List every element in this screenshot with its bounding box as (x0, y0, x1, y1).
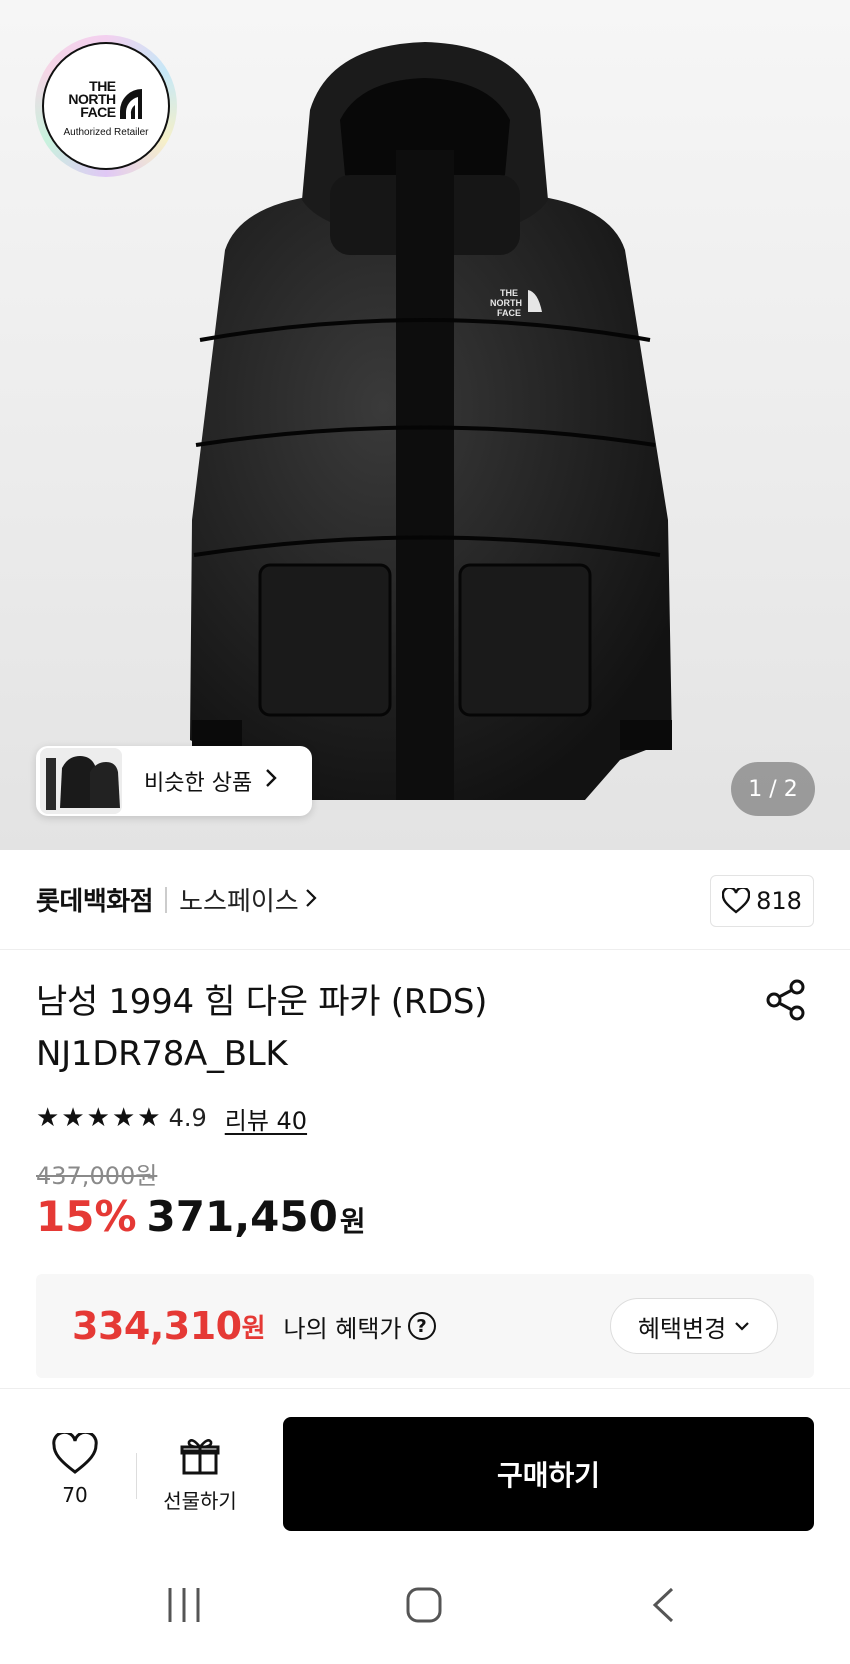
recent-apps-icon[interactable] (166, 1586, 202, 1624)
purchase-bar: 70 선물하기 구매하기 (0, 1388, 850, 1548)
system-navigation-bar (0, 1548, 850, 1664)
original-price: 437,000원 (36, 1162, 158, 1190)
divider (165, 886, 168, 913)
wishlist-count: 70 (62, 1483, 88, 1507)
buy-button[interactable]: 구매하기 (283, 1417, 814, 1531)
like-count: 818 (756, 887, 802, 915)
price-row: 15% 371,450 원 (36, 1192, 366, 1241)
chevron-right-icon (305, 886, 317, 914)
review-link[interactable]: 리뷰 40 (225, 1101, 307, 1136)
discount-rate: 15% (36, 1192, 137, 1241)
star-icon: ★ (86, 1103, 110, 1133)
product-code: NJ1DR78A_BLK (36, 1034, 288, 1074)
price-unit: 원 (339, 1205, 366, 1238)
benefit-price-box: 334,310 원 나의 혜택가 ? 혜택변경 (36, 1274, 814, 1378)
star-icon: ★ (36, 1103, 60, 1133)
brand-link[interactable]: 노스페이스 (179, 881, 317, 918)
heart-icon (722, 888, 751, 914)
share-icon[interactable] (764, 978, 808, 1022)
image-pager-indicator: 1 / 2 (731, 762, 815, 816)
gift-label: 선물하기 (163, 1489, 237, 1513)
store-brand-row: 롯데백화점 노스페이스 818 (0, 850, 850, 950)
gift-button[interactable]: 선물하기 (150, 1437, 250, 1514)
product-title: 남성 1994 힘 다운 파카 (RDS) NJ1DR78A_BLK (36, 976, 716, 1080)
star-icon: ★ (137, 1103, 161, 1133)
sale-price: 371,450 (146, 1192, 338, 1241)
similar-products-label: 비슷한 상품 (144, 771, 253, 796)
svg-text:FACE: FACE (497, 308, 521, 318)
product-title-line: 남성 1994 힘 다운 파카 (RDS) (36, 982, 488, 1022)
benefit-change-label: 혜택변경 (637, 1314, 727, 1343)
back-icon[interactable] (650, 1586, 676, 1624)
brand-name: 노스페이스 (179, 887, 299, 917)
home-icon[interactable] (405, 1586, 443, 1624)
benefit-price: 334,310 (72, 1304, 242, 1348)
svg-text:NORTH: NORTH (490, 298, 522, 308)
star-icon: ★ (61, 1103, 85, 1133)
heart-icon (52, 1430, 98, 1474)
question-icon[interactable]: ? (407, 1312, 436, 1340)
star-rating: ★ ★ ★ ★ ★ (36, 1105, 161, 1131)
north-face-logo: THE NORTH FACE (68, 79, 143, 119)
like-button[interactable]: 818 (710, 875, 814, 927)
chevron-right-icon (264, 767, 278, 795)
similar-products-button[interactable]: 비슷한 상품 (36, 746, 312, 816)
star-icon: ★ (111, 1103, 136, 1133)
authorized-retailer-badge: THE NORTH FACE Authorized Retailer (35, 35, 177, 177)
benefit-change-button[interactable]: 혜택변경 (610, 1298, 778, 1354)
rating-row: ★ ★ ★ ★ ★ 4.9 리뷰 40 (36, 1100, 307, 1136)
store-name[interactable]: 롯데백화점 (36, 881, 154, 918)
product-image-carousel[interactable]: THE NORTH FACE THE NORTH FACE Authorized… (0, 0, 850, 850)
chevron-down-icon (735, 1322, 749, 1331)
rating-value: 4.9 (168, 1104, 207, 1132)
badge-subtitle: Authorized Retailer (63, 127, 149, 138)
benefit-price-unit: 원 (241, 1313, 266, 1344)
divider (136, 1453, 137, 1499)
benefit-label: 나의 혜택가 (283, 1314, 402, 1343)
svg-text:THE: THE (500, 288, 518, 298)
similar-products-thumbnail (40, 748, 122, 814)
wishlist-button[interactable]: 70 (40, 1430, 110, 1507)
gift-icon (180, 1439, 220, 1475)
